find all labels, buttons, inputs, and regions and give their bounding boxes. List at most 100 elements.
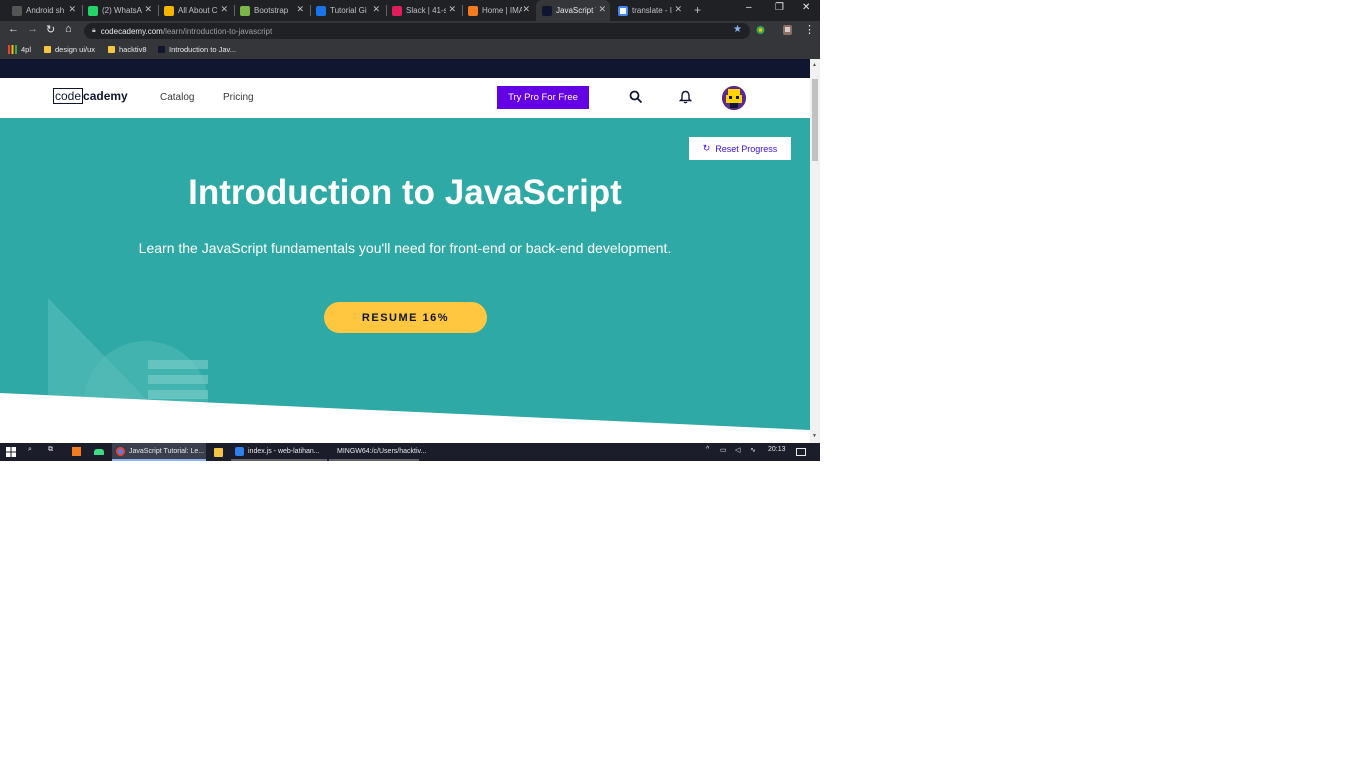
folder-icon — [44, 46, 51, 53]
new-tab-button[interactable]: + — [694, 3, 701, 17]
screen: Android sh ✕ (2) WhatsA ✕ All About C ✕ … — [0, 0, 820, 461]
reset-progress-button[interactable]: ↻ Reset Progress — [689, 137, 791, 160]
taskbar-window-label: JavaScript Tutorial: Le... — [129, 447, 205, 455]
tab-favicon — [618, 5, 628, 16]
bookmark-label: design ui/ux — [55, 45, 96, 54]
task-view-icon[interactable]: ⧉ — [48, 446, 53, 454]
browser-menu-icon[interactable]: ⋮ — [804, 23, 815, 36]
back-arrow-icon[interactable]: ← — [8, 23, 19, 35]
taskbar-terminal-window[interactable]: MINGW64:/c/Users/hacktiv... — [329, 443, 426, 461]
tab-title: Home | IMA — [482, 6, 522, 15]
chrome-icon — [116, 446, 125, 456]
scroll-down-arrow-icon[interactable]: ▼ — [812, 433, 817, 439]
tab-title: JavaScript T — [556, 6, 596, 15]
tab-title: Bootstrap — [254, 6, 289, 15]
tab-close-icon[interactable]: ✕ — [296, 4, 304, 15]
network-icon[interactable]: ▭ — [720, 446, 727, 454]
tab-title: translate - I — [632, 6, 672, 15]
user-avatar[interactable] — [722, 86, 746, 110]
maximize-button[interactable]: ❐ — [775, 2, 784, 13]
notification-center-icon[interactable] — [796, 448, 806, 456]
site-header: code cademy Catalog Pricing Try Pro For … — [0, 78, 810, 118]
tab-favicon — [88, 5, 98, 16]
browser-tab[interactable]: Slack | 41-s ✕ — [386, 2, 460, 19]
extension-icon[interactable] — [755, 24, 766, 36]
bookmark-folder[interactable]: design ui/ux — [44, 45, 95, 54]
tab-favicon — [12, 5, 22, 16]
resume-course-button[interactable]: RESUME 16% — [324, 302, 487, 333]
taskbar-explorer[interactable] — [210, 443, 230, 461]
try-pro-button[interactable]: Try Pro For Free — [497, 86, 589, 109]
folder-icon — [108, 46, 115, 53]
tab-favicon — [392, 5, 402, 16]
tab-close-icon[interactable]: ✕ — [522, 4, 530, 15]
taskbar-window-label: MINGW64:/c/Users/hacktiv... — [337, 447, 427, 455]
taskbar-app-icon[interactable] — [72, 447, 81, 456]
address-bar[interactable]: 🔒︎ codecademy.com /learn/introduction-to… — [84, 23, 750, 39]
scroll-up-arrow-icon[interactable]: ▲ — [812, 62, 817, 68]
clock[interactable]: 20:13 — [768, 446, 786, 453]
url-path: /learn/introduction-to-javascript — [162, 26, 273, 36]
browser-tab[interactable]: Bootstrap ✕ — [234, 2, 308, 19]
tab-close-icon[interactable]: ✕ — [372, 4, 380, 15]
page-scrollbar[interactable]: ▲ ▼ — [810, 59, 820, 443]
tab-close-icon[interactable]: ✕ — [144, 4, 152, 15]
bookmark-page[interactable]: Introduction to Jav... — [158, 45, 236, 54]
tab-favicon — [542, 5, 552, 16]
minimize-button[interactable]: – — [746, 2, 752, 13]
vscode-icon — [235, 446, 244, 456]
tab-favicon — [468, 5, 478, 16]
tab-close-icon[interactable]: ✕ — [674, 4, 682, 15]
bookmark-label: Introduction to Jav... — [169, 45, 236, 54]
reset-progress-label: Reset Progress — [715, 143, 778, 154]
apps-grid-icon — [8, 45, 17, 54]
course-hero: ↻ Reset Progress Introduction to JavaScr… — [0, 118, 810, 443]
bookmark-star-icon[interactable]: ★ — [733, 24, 742, 35]
course-title: Introduction to JavaScript — [188, 173, 622, 212]
taskbar-chrome-window[interactable]: JavaScript Tutorial: Le... — [112, 443, 206, 461]
home-icon[interactable]: ⌂ — [65, 23, 72, 35]
bookmark-apps[interactable]: 4pl — [8, 45, 31, 54]
android-studio-icon[interactable] — [94, 449, 104, 455]
profile-avatar-icon[interactable] — [782, 24, 793, 36]
search-icon[interactable] — [629, 90, 643, 104]
nav-pricing[interactable]: Pricing — [223, 92, 254, 103]
browser-tab[interactable]: translate - I ✕ — [612, 2, 686, 19]
logo-text: cademy — [83, 89, 128, 103]
browser-tab[interactable]: All About C ✕ — [158, 2, 232, 19]
browser-tab[interactable]: Home | IMA ✕ — [462, 2, 534, 19]
page-favicon-icon — [158, 46, 165, 53]
close-window-button[interactable]: ✕ — [802, 2, 810, 13]
tab-favicon — [164, 5, 174, 16]
reload-icon[interactable]: ↻ — [46, 23, 55, 36]
browser-tab[interactable]: Android sh ✕ — [6, 2, 80, 19]
browser-tab-active[interactable]: JavaScript T ✕ — [536, 0, 610, 21]
bell-icon[interactable] — [679, 90, 692, 104]
tab-close-icon[interactable]: ✕ — [598, 4, 606, 15]
browser-tab[interactable]: (2) WhatsA ✕ — [82, 2, 156, 19]
taskbar-vscode-window[interactable]: index.js - web-latihan... — [231, 443, 327, 461]
browser-tab[interactable]: Tutorial Gi ✕ — [310, 2, 384, 19]
forward-arrow-icon[interactable]: → — [27, 23, 38, 35]
tab-close-icon[interactable]: ✕ — [68, 4, 76, 15]
tab-title: Tutorial Gi — [330, 6, 367, 15]
wifi-icon[interactable]: ∿ — [750, 446, 756, 454]
hero-decoration — [0, 298, 810, 443]
tray-expand-icon[interactable]: ^ — [706, 446, 709, 453]
course-subtitle: Learn the JavaScript fundamentals you'll… — [138, 240, 672, 256]
taskbar-search-icon[interactable]: ⌕ — [28, 446, 32, 454]
windows-start-icon[interactable] — [6, 447, 16, 457]
tab-close-icon[interactable]: ✕ — [220, 4, 228, 15]
browser-toolbar: ← → ↻ ⌂ 🔒︎ codecademy.com /learn/introdu… — [0, 21, 820, 41]
logo-code-box: code — [53, 88, 84, 104]
scrollbar-thumb[interactable] — [812, 79, 818, 161]
tab-favicon — [316, 5, 326, 16]
bookmark-label: 4pl — [21, 45, 32, 54]
taskbar-window-label: index.js - web-latihan... — [248, 447, 320, 455]
speaker-icon[interactable]: ◁ — [735, 446, 740, 454]
codecademy-logo[interactable]: code cademy — [53, 88, 128, 104]
bookmark-folder[interactable]: hacktiv8 — [108, 45, 147, 54]
tab-close-icon[interactable]: ✕ — [448, 4, 456, 15]
refresh-icon: ↻ — [702, 143, 711, 153]
nav-catalog[interactable]: Catalog — [160, 92, 194, 103]
